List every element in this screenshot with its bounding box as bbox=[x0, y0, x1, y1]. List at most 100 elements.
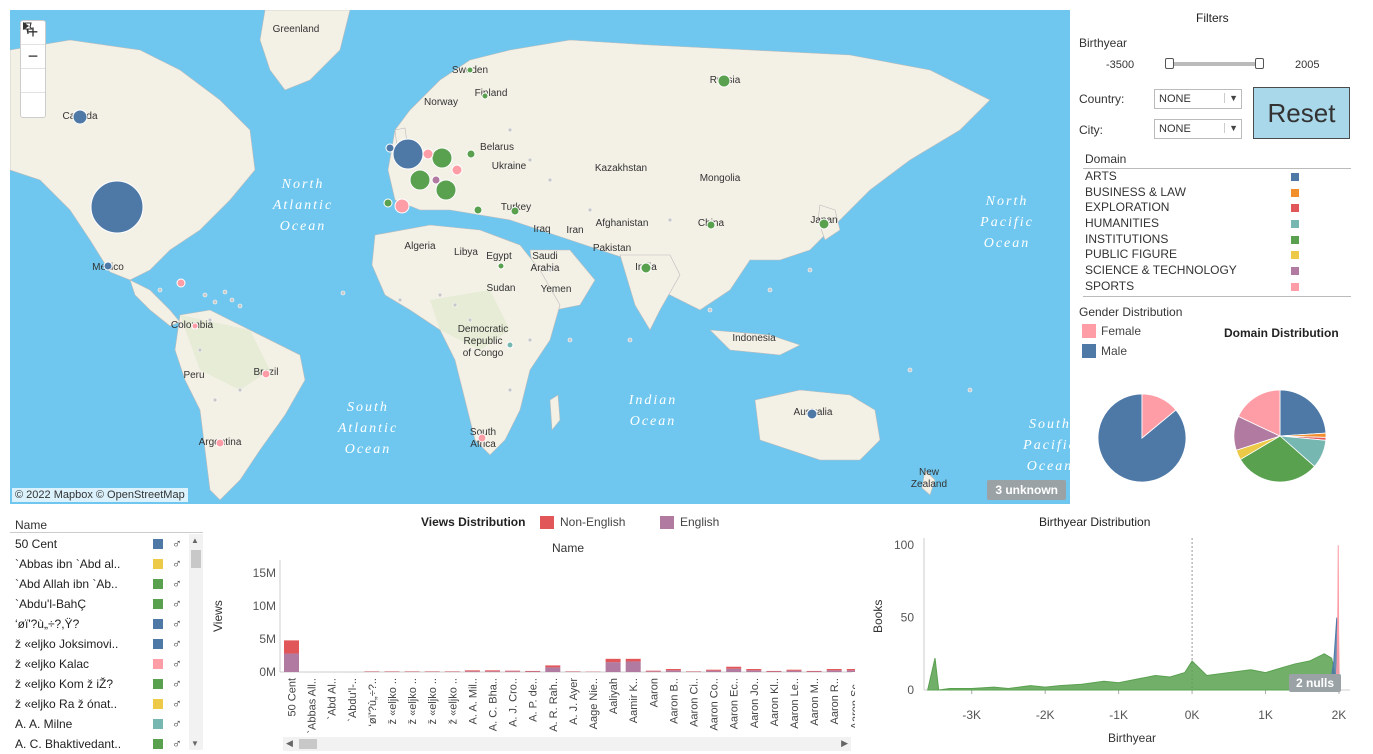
map-bubble[interactable] bbox=[409, 169, 431, 191]
legend-item[interactable]: INSTITUTIONS bbox=[1083, 232, 1351, 248]
country-dropdown[interactable]: NONE ▼ bbox=[1154, 89, 1242, 109]
bar-non-english[interactable] bbox=[826, 669, 842, 671]
zoom-out-button[interactable]: − bbox=[21, 45, 45, 69]
bar-english[interactable] bbox=[806, 671, 822, 672]
map-bubble[interactable] bbox=[451, 164, 463, 176]
map-bubble[interactable] bbox=[717, 74, 731, 88]
views-bar-chart[interactable]: 15M 10M 5M 0M 50 Cent `Abbas All.. `Abd Al.. `A… bbox=[230, 556, 855, 736]
bar-non-english[interactable] bbox=[505, 670, 521, 672]
bar-english[interactable] bbox=[485, 671, 500, 672]
bar-english[interactable] bbox=[826, 670, 842, 672]
domain-pie-chart[interactable] bbox=[1234, 390, 1330, 486]
legend-item[interactable]: PUBLIC FIGURE bbox=[1083, 247, 1351, 263]
unknown-badge[interactable]: 3 unknown bbox=[987, 480, 1066, 500]
map-bubble[interactable] bbox=[385, 143, 395, 153]
map-bubble[interactable] bbox=[261, 369, 271, 379]
map-bubble[interactable] bbox=[497, 262, 505, 270]
map-bubble[interactable] bbox=[392, 138, 424, 170]
slider-handle-min[interactable] bbox=[1165, 58, 1174, 69]
bar-english[interactable] bbox=[726, 668, 742, 672]
map-bubble[interactable] bbox=[103, 261, 113, 271]
birthyear-area-chart[interactable]: 100 50 0 -3K -2K -1K 0K 1K 2K bbox=[880, 530, 1370, 730]
bar-non-english[interactable] bbox=[766, 670, 782, 672]
list-item[interactable]: 50 Cent ♂ bbox=[10, 534, 190, 554]
bar-english[interactable] bbox=[645, 671, 661, 672]
bar-non-english[interactable] bbox=[706, 669, 722, 671]
reset-button[interactable]: Reset bbox=[1253, 87, 1350, 139]
map-bubble[interactable] bbox=[72, 109, 88, 125]
list-item[interactable]: ž «eljko Kom ž iŽ? ♂ bbox=[10, 674, 190, 694]
map-bubble[interactable] bbox=[806, 408, 818, 420]
map-bubble[interactable] bbox=[431, 175, 441, 185]
map-bubble[interactable] bbox=[422, 148, 434, 160]
bar-english[interactable] bbox=[786, 670, 802, 672]
bar-non-english[interactable] bbox=[846, 669, 855, 671]
bar-english[interactable] bbox=[625, 661, 641, 672]
city-dropdown[interactable]: NONE ▼ bbox=[1154, 119, 1242, 139]
slider-handle-max[interactable] bbox=[1255, 58, 1264, 69]
bar-non-english[interactable] bbox=[665, 669, 681, 671]
legend-item[interactable]: BUSINESS & LAW bbox=[1083, 185, 1351, 201]
map-bubble[interactable] bbox=[431, 147, 453, 169]
bar-non-english[interactable] bbox=[746, 669, 762, 671]
scroll-left-icon[interactable]: ◀ bbox=[286, 738, 293, 749]
bar-english[interactable] bbox=[706, 670, 722, 672]
map-bubble[interactable] bbox=[90, 180, 144, 234]
legend-item[interactable]: EXPLORATION bbox=[1083, 200, 1351, 216]
map-bubble[interactable] bbox=[818, 218, 830, 230]
bar-non-english[interactable] bbox=[726, 666, 742, 669]
list-item[interactable]: ž «eljko Kalac ♂ bbox=[10, 654, 190, 674]
list-item[interactable]: A. A. Milne ♂ bbox=[10, 714, 190, 734]
map-bubble[interactable] bbox=[383, 198, 393, 208]
bar-english[interactable] bbox=[605, 662, 621, 672]
birthyear-slider-track[interactable] bbox=[1168, 62, 1262, 66]
map-attribution[interactable]: © 2022 Mapbox © OpenStreetMap bbox=[12, 488, 188, 502]
legend-item[interactable]: SPORTS bbox=[1083, 279, 1351, 295]
bar-non-english[interactable] bbox=[525, 670, 541, 672]
bar-non-english[interactable] bbox=[806, 670, 822, 672]
bar-english[interactable] bbox=[284, 653, 299, 672]
list-item[interactable]: `Abbas ibn `Abd al.. ♂ bbox=[10, 554, 190, 574]
bar-english[interactable] bbox=[545, 667, 561, 672]
bar-english[interactable] bbox=[766, 671, 782, 672]
scroll-right-icon[interactable]: ▶ bbox=[841, 738, 848, 749]
views-chart-scrollbar[interactable]: ◀ ▶ bbox=[283, 737, 851, 751]
map-bubble[interactable] bbox=[466, 149, 476, 159]
bar-non-english[interactable] bbox=[545, 665, 561, 668]
bar-non-english[interactable] bbox=[284, 640, 299, 654]
bar-non-english[interactable] bbox=[605, 658, 621, 663]
map-bubble[interactable] bbox=[394, 198, 410, 214]
bar-english[interactable] bbox=[846, 670, 855, 672]
map-bubble[interactable] bbox=[506, 341, 514, 349]
map-bubble[interactable] bbox=[477, 433, 487, 443]
map-bubble[interactable] bbox=[640, 262, 652, 274]
scrollbar-thumb[interactable] bbox=[191, 550, 201, 568]
map-bubble[interactable] bbox=[473, 205, 483, 215]
map-bubble[interactable] bbox=[191, 322, 199, 330]
map-canvas[interactable]: North Atlantic Ocean South Atlantic Ocean In… bbox=[10, 10, 1070, 504]
map-bubble[interactable] bbox=[466, 66, 474, 74]
area-series-institutions[interactable] bbox=[927, 653, 1341, 691]
map-bubble[interactable] bbox=[510, 206, 520, 216]
play-icon[interactable] bbox=[21, 22, 45, 117]
bar-english[interactable] bbox=[746, 670, 762, 672]
list-item[interactable]: `Abdu'l-BahÇ ♂ bbox=[10, 594, 190, 614]
scroll-down-icon[interactable]: ▼ bbox=[191, 739, 199, 748]
bar-english[interactable] bbox=[525, 671, 541, 672]
list-item[interactable]: A. C. Bhaktivedant.. ♂ bbox=[10, 734, 190, 754]
bar-non-english[interactable] bbox=[485, 670, 500, 672]
gender-legend-female[interactable]: Female bbox=[1082, 324, 1141, 338]
scrollbar-thumb[interactable] bbox=[299, 739, 317, 749]
legend-item[interactable]: ARTS bbox=[1083, 169, 1351, 185]
bar-english[interactable] bbox=[505, 671, 521, 672]
map-bubble[interactable] bbox=[481, 92, 489, 100]
nulls-badge[interactable]: 2 nulls bbox=[1289, 674, 1342, 692]
views-legend-english[interactable]: English bbox=[660, 515, 719, 529]
map-bubble[interactable] bbox=[706, 220, 716, 230]
bar-english[interactable] bbox=[464, 671, 480, 672]
bar-non-english[interactable] bbox=[625, 658, 641, 662]
legend-item[interactable]: SCIENCE & TECHNOLOGY bbox=[1083, 263, 1351, 279]
pie-slice[interactable] bbox=[1279, 390, 1327, 437]
map-bubble[interactable] bbox=[176, 278, 186, 288]
bar-non-english[interactable] bbox=[786, 669, 802, 671]
